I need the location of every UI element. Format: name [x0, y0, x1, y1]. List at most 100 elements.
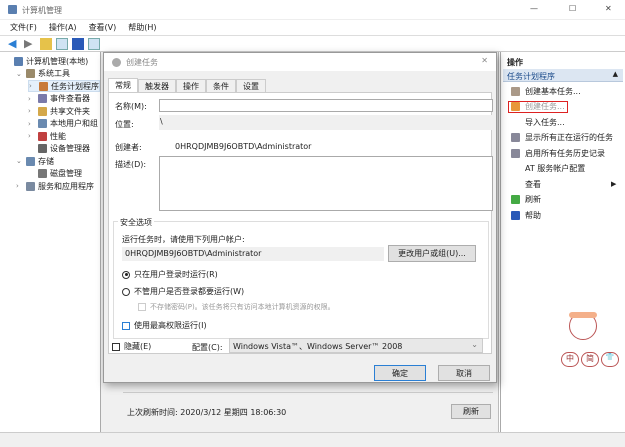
radio-run-logged-on[interactable]: 只在用户登录时运行(R)	[122, 269, 218, 280]
chevron-icon[interactable]: ›	[28, 120, 35, 128]
tree-item-label: 共享文件夹	[50, 106, 90, 116]
tree-node-icon	[38, 94, 47, 103]
chevron-icon[interactable]: ›	[16, 182, 23, 190]
actions-section-header[interactable]: 任务计划程序 ▲	[503, 69, 623, 82]
tree-item-label: 服务和应用程序	[38, 181, 94, 191]
tab-conditions[interactable]: 条件	[206, 79, 236, 93]
tree-item[interactable]: › 本地用户和组	[28, 118, 98, 130]
ime-toolbar: 中 简 👕	[561, 352, 619, 367]
chevron-icon[interactable]: ⌄	[16, 157, 23, 165]
refresh-button[interactable]: 刷新	[451, 404, 491, 419]
change-user-button[interactable]: 更改用户或组(U)...	[388, 245, 476, 262]
author-value: 0HRQDJMB9J6OBTD\Administrator	[175, 142, 312, 151]
general-tab-panel: 名称(M): 位置: \ 创建者: 0HRQDJMB9J6OBTD\Admini…	[108, 92, 493, 354]
forward-arrow-icon[interactable]: ▶	[24, 38, 36, 50]
tree-item[interactable]: ⌄ 系统工具	[16, 68, 70, 80]
action-item[interactable]: 显示所有正在运行的任务	[511, 132, 613, 144]
tree-item[interactable]: › 服务和应用程序	[16, 180, 94, 192]
tree-item[interactable]: › 事件查看器	[28, 93, 90, 105]
submenu-arrow-icon: ▶	[611, 180, 617, 188]
radio-unselected-icon	[122, 287, 130, 296]
configure-for-select[interactable]: Windows Vista™、Windows Server™ 2008 ⌄	[229, 338, 483, 353]
action-icon	[511, 102, 520, 111]
run-as-user-field: 0HRQDJMB9J6OBTD\Administrator	[122, 247, 384, 261]
action-item[interactable]: 查看 ▶	[511, 178, 616, 190]
chevron-down-icon: ⌄	[471, 340, 478, 349]
action-item[interactable]: 导入任务...	[511, 116, 565, 128]
radio-run-any[interactable]: 不管用户是否登录都要运行(W)	[122, 286, 244, 297]
tree-item[interactable]: 磁盘管理	[28, 168, 82, 180]
ok-button[interactable]: 确定	[374, 365, 426, 381]
up-folder-icon[interactable]	[40, 37, 52, 50]
chevron-icon[interactable]: ›	[29, 82, 36, 90]
computer-management-icon	[8, 5, 17, 14]
hidden-checkbox[interactable]: 隐藏(E)	[112, 341, 152, 352]
menu-help[interactable]: 帮助(H)	[128, 22, 156, 33]
divider	[123, 392, 493, 393]
tree-item-label: 事件查看器	[50, 94, 90, 103]
radio-selected-icon	[122, 270, 130, 279]
menu-action[interactable]: 操作(A)	[49, 22, 77, 33]
collapse-icon: ▲	[612, 70, 618, 78]
dialog-close-icon[interactable]: ✕	[481, 56, 488, 65]
action-item[interactable]: 创建基本任务...	[511, 85, 581, 97]
tab-triggers[interactable]: 触发器	[138, 79, 176, 93]
help-icon[interactable]	[72, 37, 84, 50]
create-task-dialog: 创建任务 ✕ 常规 触发器 操作 条件 设置 名称(M): 位置: \ 创建者:…	[103, 52, 497, 383]
tab-actions[interactable]: 操作	[176, 79, 206, 93]
tree-item[interactable]: › 共享文件夹	[28, 105, 90, 117]
description-textarea[interactable]	[159, 156, 493, 211]
tab-settings[interactable]: 设置	[236, 79, 266, 93]
action-icon	[511, 195, 520, 204]
action-icon	[511, 148, 520, 158]
name-input[interactable]	[159, 99, 493, 112]
description-label: 描述(D):	[115, 160, 147, 169]
action-item[interactable]: AT 服务帐户配置	[511, 163, 585, 175]
no-store-password-checkbox[interactable]: 不存储密码(P)。该任务将只有访问本地计算机资源的权限。	[138, 302, 335, 312]
menu-view[interactable]: 查看(V)	[89, 22, 117, 33]
close-button[interactable]: ✕	[605, 4, 612, 13]
show-hide-tree-icon[interactable]	[56, 37, 68, 50]
tree-item[interactable]: › 性能	[28, 130, 66, 142]
back-arrow-icon[interactable]: ◀	[8, 38, 20, 50]
tree-item[interactable]: ⌄ 存储	[16, 155, 54, 167]
action-icon	[511, 86, 520, 96]
maximize-button[interactable]: ☐	[569, 4, 576, 13]
chevron-icon[interactable]: ›	[28, 107, 35, 115]
ime-chinese-toggle[interactable]: 中	[561, 352, 579, 367]
action-icon	[511, 180, 520, 189]
actions-pane: 操作 任务计划程序 ▲ 创建基本任务... 创建任务... 导入任务... 显示所有正…	[500, 52, 625, 432]
menu-bar: 文件(F) 操作(A) 查看(V) 帮助(H)	[0, 20, 625, 35]
last-refresh-text: 上次刷新时间: 2020/3/12 星期四 18:06:30	[127, 408, 287, 417]
cancel-button[interactable]: 取消	[438, 365, 490, 381]
ime-skin-button[interactable]: 👕	[601, 352, 619, 367]
action-item[interactable]: 启用所有任务历史记录	[511, 147, 605, 159]
chevron-icon[interactable]: ⌄	[16, 70, 23, 78]
tree-node-icon	[38, 119, 47, 128]
tree-node-icon	[14, 56, 23, 66]
action-item[interactable]: 刷新	[511, 194, 541, 206]
tree-node-icon	[26, 69, 35, 78]
tree-item-label: 计算机管理(本地)	[26, 56, 89, 66]
chevron-icon[interactable]: ›	[28, 132, 35, 140]
tree-item-label: 设备管理器	[50, 144, 90, 153]
location-label: 位置:	[115, 120, 134, 129]
menu-file[interactable]: 文件(F)	[10, 22, 37, 33]
action-item[interactable]: 创建任务...	[508, 100, 568, 113]
tree-item[interactable]: 设备管理器	[28, 143, 90, 155]
actions-header: 操作	[507, 58, 523, 67]
action-icon	[511, 133, 520, 142]
tree-node-icon	[39, 81, 48, 91]
ime-simplified-toggle[interactable]: 简	[581, 352, 599, 367]
show-action-pane-icon[interactable]	[88, 37, 100, 50]
chevron-icon[interactable]: ›	[28, 95, 35, 103]
name-label: 名称(M):	[115, 102, 147, 111]
run-highest-privileges-checkbox[interactable]: 使用最高权限运行(I)	[122, 320, 207, 331]
tree-item[interactable]: 计算机管理(本地)	[4, 55, 88, 67]
minimize-button[interactable]: —	[530, 4, 538, 13]
security-options-title: 安全选项	[118, 217, 154, 228]
action-item[interactable]: 帮助	[511, 209, 541, 221]
tab-general[interactable]: 常规	[108, 78, 138, 93]
tree-item[interactable]: › 任务计划程序	[28, 80, 100, 92]
window-title: 计算机管理	[22, 6, 62, 15]
